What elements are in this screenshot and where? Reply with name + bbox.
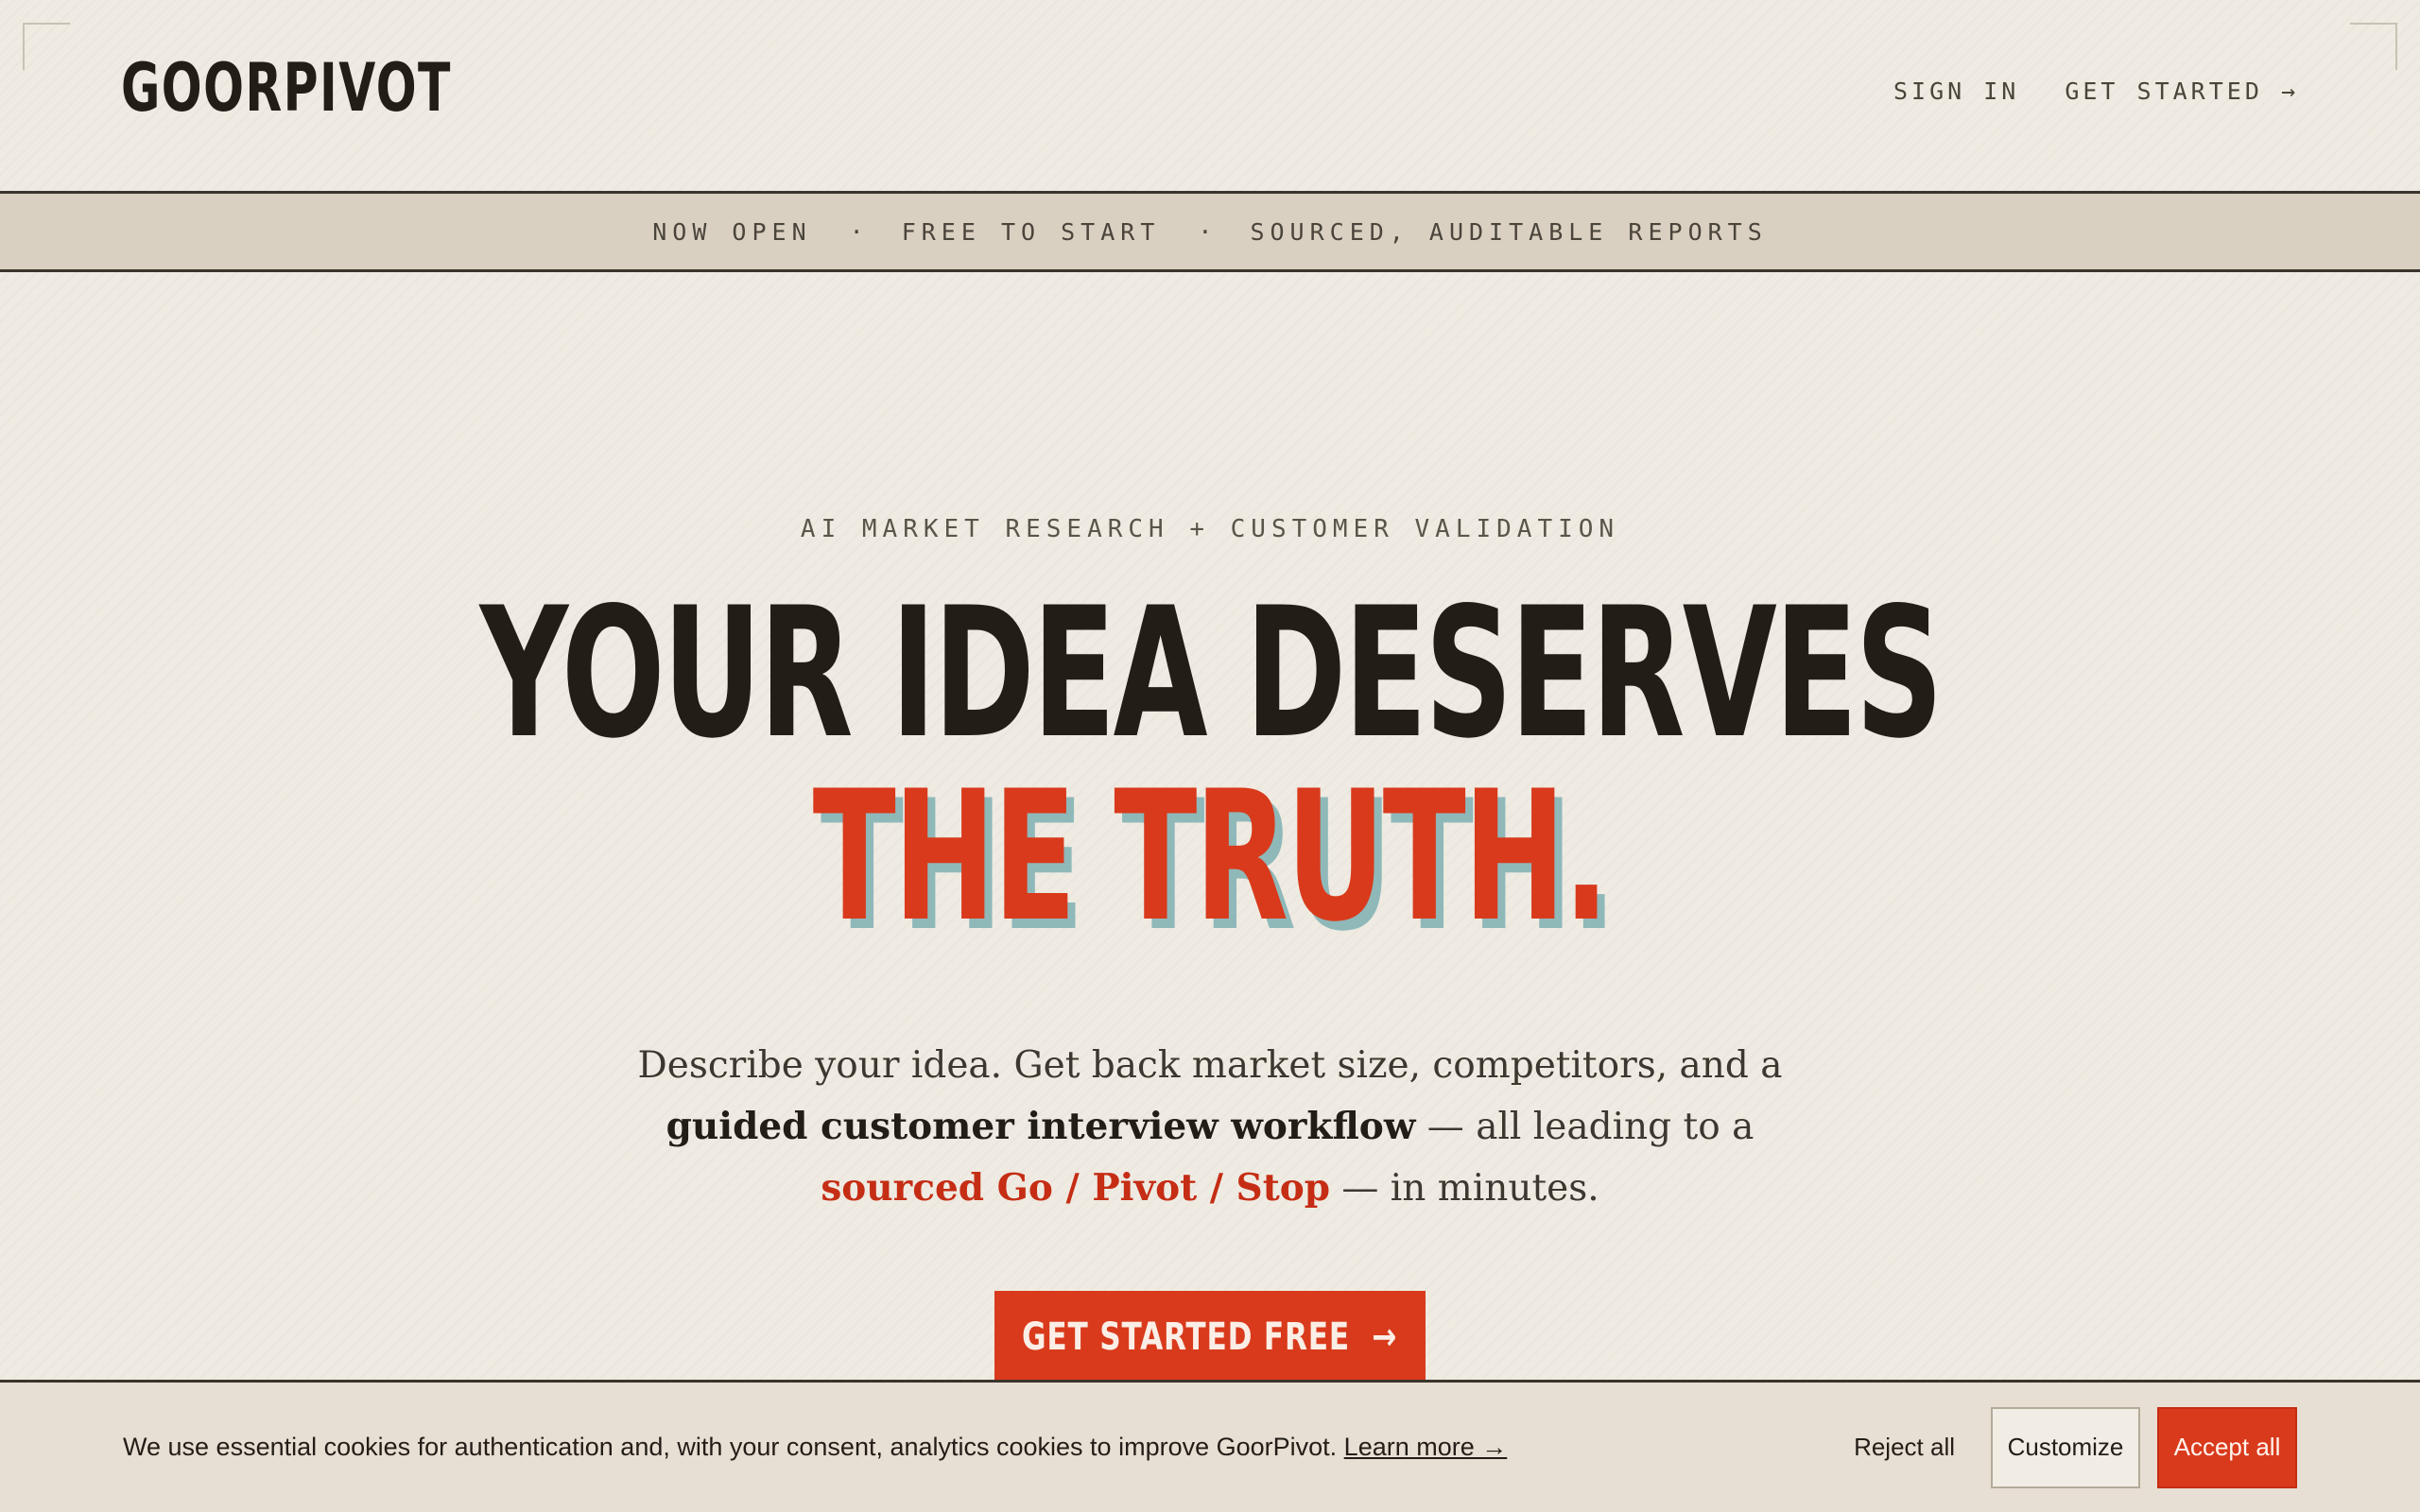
cookie-banner: We use essential cookies for authenticat… [0, 1380, 2420, 1512]
banner-separator: · [1198, 217, 1213, 246]
headline-line-2: THE TRUTH. [812, 752, 1610, 961]
headline-line-2-wrapper: THE TRUTH. [0, 767, 2420, 947]
cookie-message-text: We use essential cookies for authenticat… [123, 1433, 1344, 1461]
hero-headline: YOUR IDEA DESERVES THE TRUTH. [0, 584, 2420, 947]
cookie-message: We use essential cookies for authenticat… [123, 1433, 1835, 1462]
banner-separator: · [849, 217, 864, 246]
logo[interactable]: GOORPIVOT [121, 49, 452, 127]
banner-item-reports: SOURCED, AUDITABLE REPORTS [1250, 217, 1768, 246]
get-started-link[interactable]: GET STARTED → [2065, 77, 2299, 105]
accept-all-button[interactable]: Accept all [2157, 1406, 2297, 1488]
subcopy-part-1: Describe your idea. Get back market size… [637, 1044, 1783, 1087]
subcopy-accent: sourced Go / Pivot / Stop [821, 1166, 1331, 1210]
subcopy-part-3: — in minutes. [1330, 1167, 1599, 1210]
sign-in-link[interactable]: SIGN IN [1893, 77, 2019, 105]
banner-item-now-open: NOW OPEN [652, 217, 812, 246]
arrow-right-icon: → [1372, 1315, 1398, 1359]
reject-all-button[interactable]: Reject all [1835, 1433, 1974, 1462]
subcopy-bold: guided customer interview workflow [666, 1105, 1416, 1148]
announcement-banner: NOW OPEN · FREE TO START · SOURCED, AUDI… [0, 191, 2420, 272]
hero-subcopy: Describe your idea. Get back market size… [586, 1035, 1834, 1219]
cta-label: GET STARTED FREE [1022, 1315, 1351, 1359]
get-started-free-button[interactable]: GET STARTED FREE → [994, 1291, 1426, 1383]
customize-button[interactable]: Customize [1991, 1406, 2140, 1488]
learn-more-link[interactable]: Learn more → [1344, 1433, 1508, 1461]
site-header: GOORPIVOT SIGN IN GET STARTED → [0, 0, 2420, 189]
hero-eyebrow: AI MARKET RESEARCH + CUSTOMER VALIDATION [800, 515, 1620, 543]
banner-item-free: FREE TO START [901, 217, 1161, 246]
top-nav: SIGN IN GET STARTED → [1893, 77, 2299, 105]
cta-label-group: GET STARTED FREE → [1022, 1315, 1397, 1359]
cookie-actions: Reject all Customize Accept all [1835, 1406, 2297, 1488]
subcopy-part-2: — all leading to a [1415, 1106, 1754, 1148]
headline-line-1: YOUR IDEA DESERVES [479, 569, 1943, 778]
